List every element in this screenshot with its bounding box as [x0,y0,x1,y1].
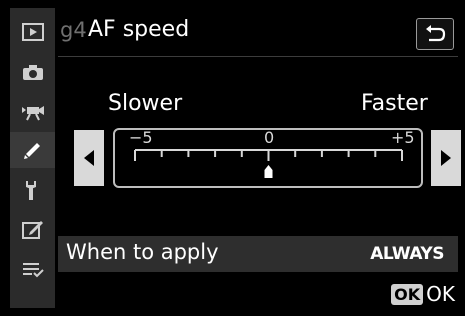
faster-label: Faster [361,91,428,116]
retouch-icon [21,221,43,239]
af-speed-slider[interactable]: −5 0 +5 [113,128,423,188]
tab-photo-shooting[interactable] [10,54,55,90]
tab-playback[interactable] [10,14,55,50]
menu-tab-sidebar [10,8,55,308]
slower-label: Slower [108,91,183,116]
camera-menu-screen: g4 AF speed Slower Faster −5 0 +5 When t… [0,0,465,316]
tab-movie-shooting[interactable] [10,94,55,130]
tab-setup[interactable] [10,172,55,208]
when-to-apply-value: ALWAYS [370,244,444,264]
slider-pointer[interactable] [264,165,273,178]
my-menu-icon [22,263,44,278]
tab-custom-settings[interactable] [10,132,55,168]
increase-button[interactable] [431,130,461,186]
when-to-apply-row[interactable]: When to apply ALWAYS [58,236,458,272]
setting-code: g4 [60,18,87,42]
decrease-button[interactable] [74,130,104,186]
wrench-icon [25,181,36,200]
tab-my-menu[interactable] [10,252,55,288]
playback-icon [21,23,44,41]
pencil-icon [23,143,40,159]
ok-button-icon: OK [391,283,424,305]
ok-hint: OK OK [391,282,455,306]
left-triangle-icon [84,150,94,166]
ok-label: OK [426,282,455,306]
tab-retouch[interactable] [10,212,55,248]
movie-camera-icon [21,106,44,121]
page-title: AF speed [88,17,190,42]
camera-icon [22,65,43,80]
slider-ticks [134,150,403,161]
slider-scale [134,149,403,178]
back-button[interactable] [416,18,454,50]
menu-header: g4 AF speed [58,12,458,57]
when-to-apply-label: When to apply [66,240,219,264]
right-triangle-icon [441,150,451,166]
return-arrow-icon [426,25,446,42]
